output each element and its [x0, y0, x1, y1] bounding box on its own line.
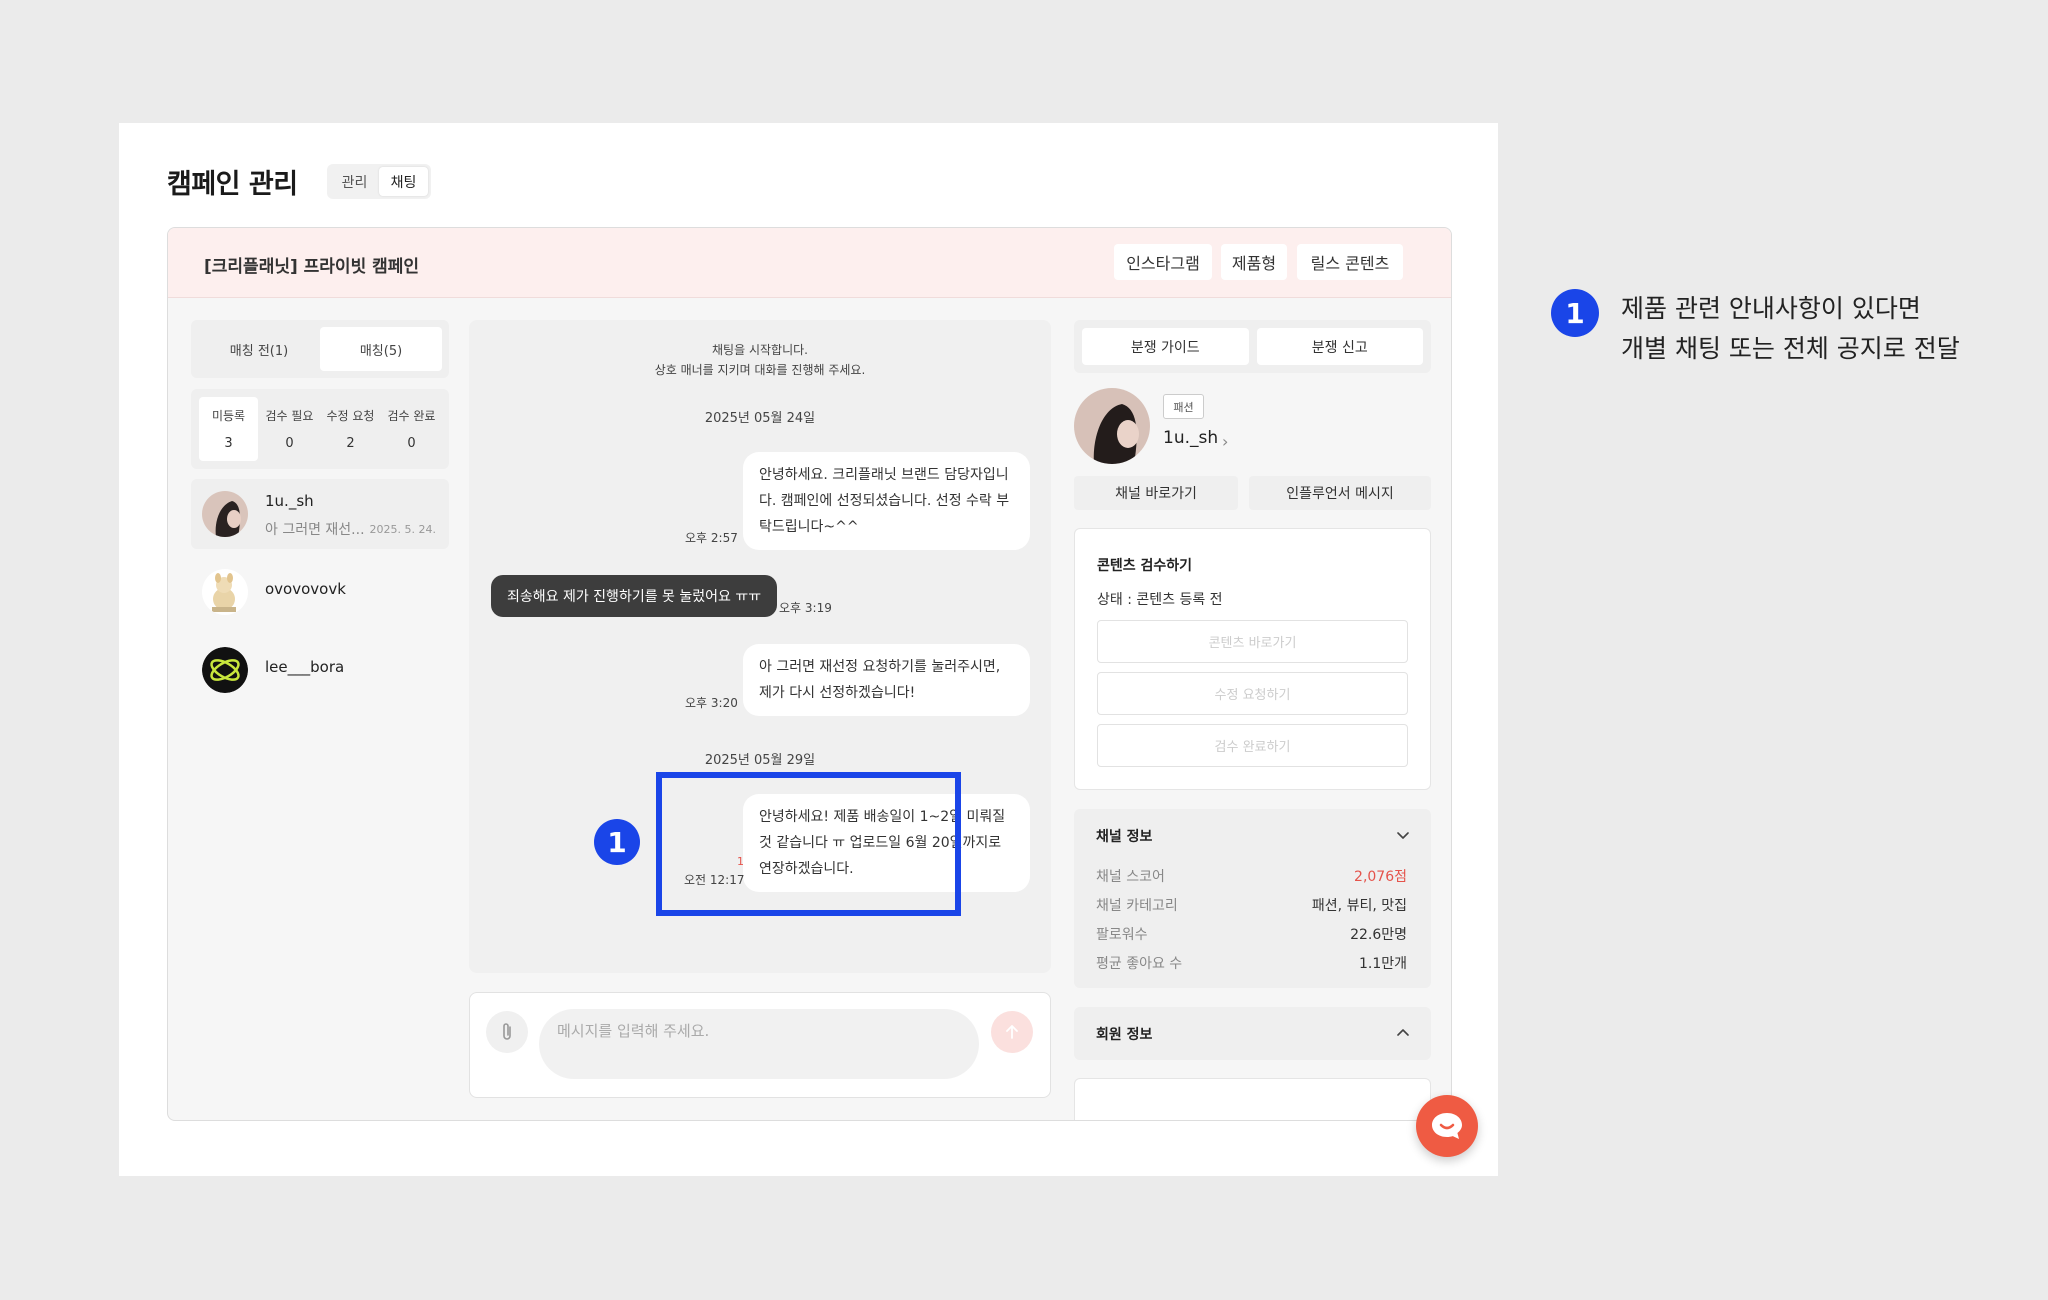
chevron-down-icon[interactable]: [1395, 827, 1411, 847]
filter-count: 3: [224, 436, 233, 451]
match-tabs: 매칭 전(1) 매칭(5): [191, 320, 449, 378]
message-composer: [469, 992, 1051, 1098]
page-tabs: 관리 채팅: [327, 164, 431, 199]
info-row: 채널 스코어 2,076점: [1096, 866, 1407, 886]
info-key: 평균 좋아요 수: [1096, 956, 1183, 972]
chevron-up-icon[interactable]: [1395, 1025, 1411, 1045]
user-name: 1u._sh: [265, 492, 314, 510]
paperclip-icon: [503, 1023, 511, 1040]
message-time: 오후 3:19: [779, 601, 832, 615]
message-preview: 아 그러면 재선...: [265, 522, 365, 538]
annotation-line: 제품 관련 안내사항이 있다면: [1621, 294, 1921, 323]
user-list-item[interactable]: ovovovovk: [191, 557, 449, 627]
content-review-card: 콘텐츠 검수하기 상태 : 콘텐츠 등록 전 콘텐츠 바로가기 수정 요청하기 …: [1074, 528, 1431, 790]
filter-label: 수정 요청: [326, 409, 375, 423]
highlight-box: [656, 772, 961, 916]
user-name: ovovovovk: [265, 580, 346, 598]
review-status: 상태 : 콘텐츠 등록 전: [1097, 592, 1223, 608]
message-date: 2025. 5. 24.: [369, 523, 436, 536]
tag-instagram: 인스타그램: [1114, 244, 1212, 280]
message-bubble-received: 죄송해요 제가 진행하기를 못 눌렀어요 ㅠㅠ: [491, 575, 778, 617]
annotation-line: 개별 채팅 또는 전체 공지로 전달: [1621, 334, 1960, 363]
tab-before-match[interactable]: 매칭 전(1): [198, 327, 320, 371]
info-value: 2,076점: [1354, 869, 1407, 885]
channel-link-button[interactable]: 채널 바로가기: [1074, 476, 1238, 510]
filter-review-complete[interactable]: 검수 완료 0: [382, 397, 441, 461]
tab-chat[interactable]: 채팅: [379, 167, 428, 196]
page-title: 캠페인 관리: [167, 169, 298, 200]
system-message: 상호 매너를 지키며 대화를 진행해 주세요.: [654, 363, 866, 377]
info-value: 1.1만개: [1358, 956, 1407, 972]
info-value: 22.6만명: [1350, 927, 1407, 943]
complete-review-button[interactable]: 검수 완료하기: [1097, 724, 1408, 767]
attach-button[interactable]: [486, 1011, 528, 1053]
user-name: lee___bora: [265, 658, 345, 676]
tab-manage[interactable]: 관리: [330, 167, 379, 196]
avatar: [202, 491, 248, 537]
influencer-name[interactable]: 1u._sh: [1163, 428, 1218, 448]
message-bubble-sent: 안녕하세요. 크리플래닛 브랜드 담당자입니다. 캠페인에 선정되셨습니다. 선…: [743, 452, 1030, 550]
campaign-name: [크리플래닛] 프라이빗 캠페인: [204, 257, 420, 277]
status-filters: 미등록 3 검수 필요 0 수정 요청 2 검수 완료 0: [191, 389, 449, 469]
annotation-marker: 1: [594, 819, 640, 865]
date-separator: 2025년 05월 29일: [704, 753, 816, 768]
filter-count: 0: [285, 436, 294, 451]
date-separator: 2025년 05월 24일: [704, 411, 816, 426]
member-info-card[interactable]: 회원 정보: [1074, 1007, 1431, 1060]
info-key: 채널 스코어: [1096, 869, 1165, 885]
influencer-message-button[interactable]: 인플루언서 메시지: [1249, 476, 1431, 510]
avatar: [202, 569, 248, 615]
chat-bubble-icon: [1432, 1113, 1462, 1139]
tab-matched[interactable]: 매칭(5): [320, 327, 442, 371]
send-button[interactable]: [991, 1011, 1033, 1053]
tag-product: 제품형: [1221, 244, 1287, 280]
message-time: 오후 3:20: [685, 696, 738, 710]
avatar: [202, 647, 248, 693]
channel-info-card: 채널 정보 채널 스코어 2,076점 채널 카테고리 패션, 뷰티, 맛집 팔로워…: [1074, 809, 1431, 988]
filter-review-needed[interactable]: 검수 필요 0: [260, 397, 319, 461]
campaign-header: [크리플래닛] 프라이빗 캠페인 인스타그램 제품형 릴스 콘텐츠: [168, 228, 1451, 298]
info-row: 채널 카테고리 패션, 뷰티, 맛집: [1096, 895, 1407, 915]
filter-revision-requested[interactable]: 수정 요청 2: [321, 397, 380, 461]
filter-label: 미등록: [211, 409, 246, 423]
go-to-content-button[interactable]: 콘텐츠 바로가기: [1097, 620, 1408, 663]
influencer-avatar: [1074, 388, 1150, 464]
chevron-right-icon[interactable]: ›: [1222, 432, 1228, 451]
section-title: 회원 정보: [1096, 1027, 1153, 1043]
member-info-panel: [1074, 1078, 1431, 1120]
filter-unregistered[interactable]: 미등록 3: [199, 397, 258, 461]
tag-reels: 릴스 콘텐츠: [1297, 244, 1403, 280]
info-key: 채널 카테고리: [1096, 898, 1178, 914]
filter-count: 2: [346, 436, 355, 451]
message-bubble-sent: 아 그러면 재선정 요청하기를 눌러주시면, 제가 다시 선정하겠습니다!: [743, 644, 1030, 716]
dispute-report-button[interactable]: 분쟁 신고: [1256, 328, 1423, 365]
filter-label: 검수 필요: [265, 409, 314, 423]
category-tag: 패션: [1163, 394, 1204, 419]
info-key: 팔로워수: [1096, 927, 1148, 943]
user-list-item[interactable]: lee___bora: [191, 635, 449, 705]
campaign-card: [크리플래닛] 프라이빗 캠페인 인스타그램 제품형 릴스 콘텐츠 매칭 전(1…: [167, 227, 1452, 1121]
section-title: 채널 정보: [1096, 829, 1153, 845]
arrow-up-icon: [1006, 1025, 1018, 1039]
dispute-guide-button[interactable]: 분쟁 가이드: [1082, 328, 1249, 365]
system-message: 채팅을 시작합니다.: [712, 343, 808, 357]
section-title: 콘텐츠 검수하기: [1097, 558, 1193, 574]
dispute-tabs: 분쟁 가이드 분쟁 신고: [1074, 320, 1431, 373]
chat-support-button[interactable]: [1416, 1095, 1478, 1157]
request-revision-button[interactable]: 수정 요청하기: [1097, 672, 1408, 715]
chat-window[interactable]: 채팅을 시작합니다. 상호 매너를 지키며 대화를 진행해 주세요. 2025년…: [469, 320, 1051, 973]
message-input[interactable]: [539, 1009, 979, 1079]
filter-count: 0: [407, 436, 416, 451]
info-value: 패션, 뷰티, 맛집: [1311, 898, 1407, 914]
annotation-marker: 1: [1551, 289, 1599, 337]
filter-label: 검수 완료: [387, 409, 436, 423]
user-list-item[interactable]: 1u._sh 아 그러면 재선... 2025. 5. 24.: [191, 479, 449, 549]
annotation-text: 제품 관련 안내사항이 있다면 개별 채팅 또는 전체 공지로 전달: [1621, 289, 1960, 369]
message-time: 오후 2:57: [685, 531, 738, 545]
info-row: 평균 좋아요 수 1.1만개: [1096, 953, 1407, 973]
info-row: 팔로워수 22.6만명: [1096, 924, 1407, 944]
